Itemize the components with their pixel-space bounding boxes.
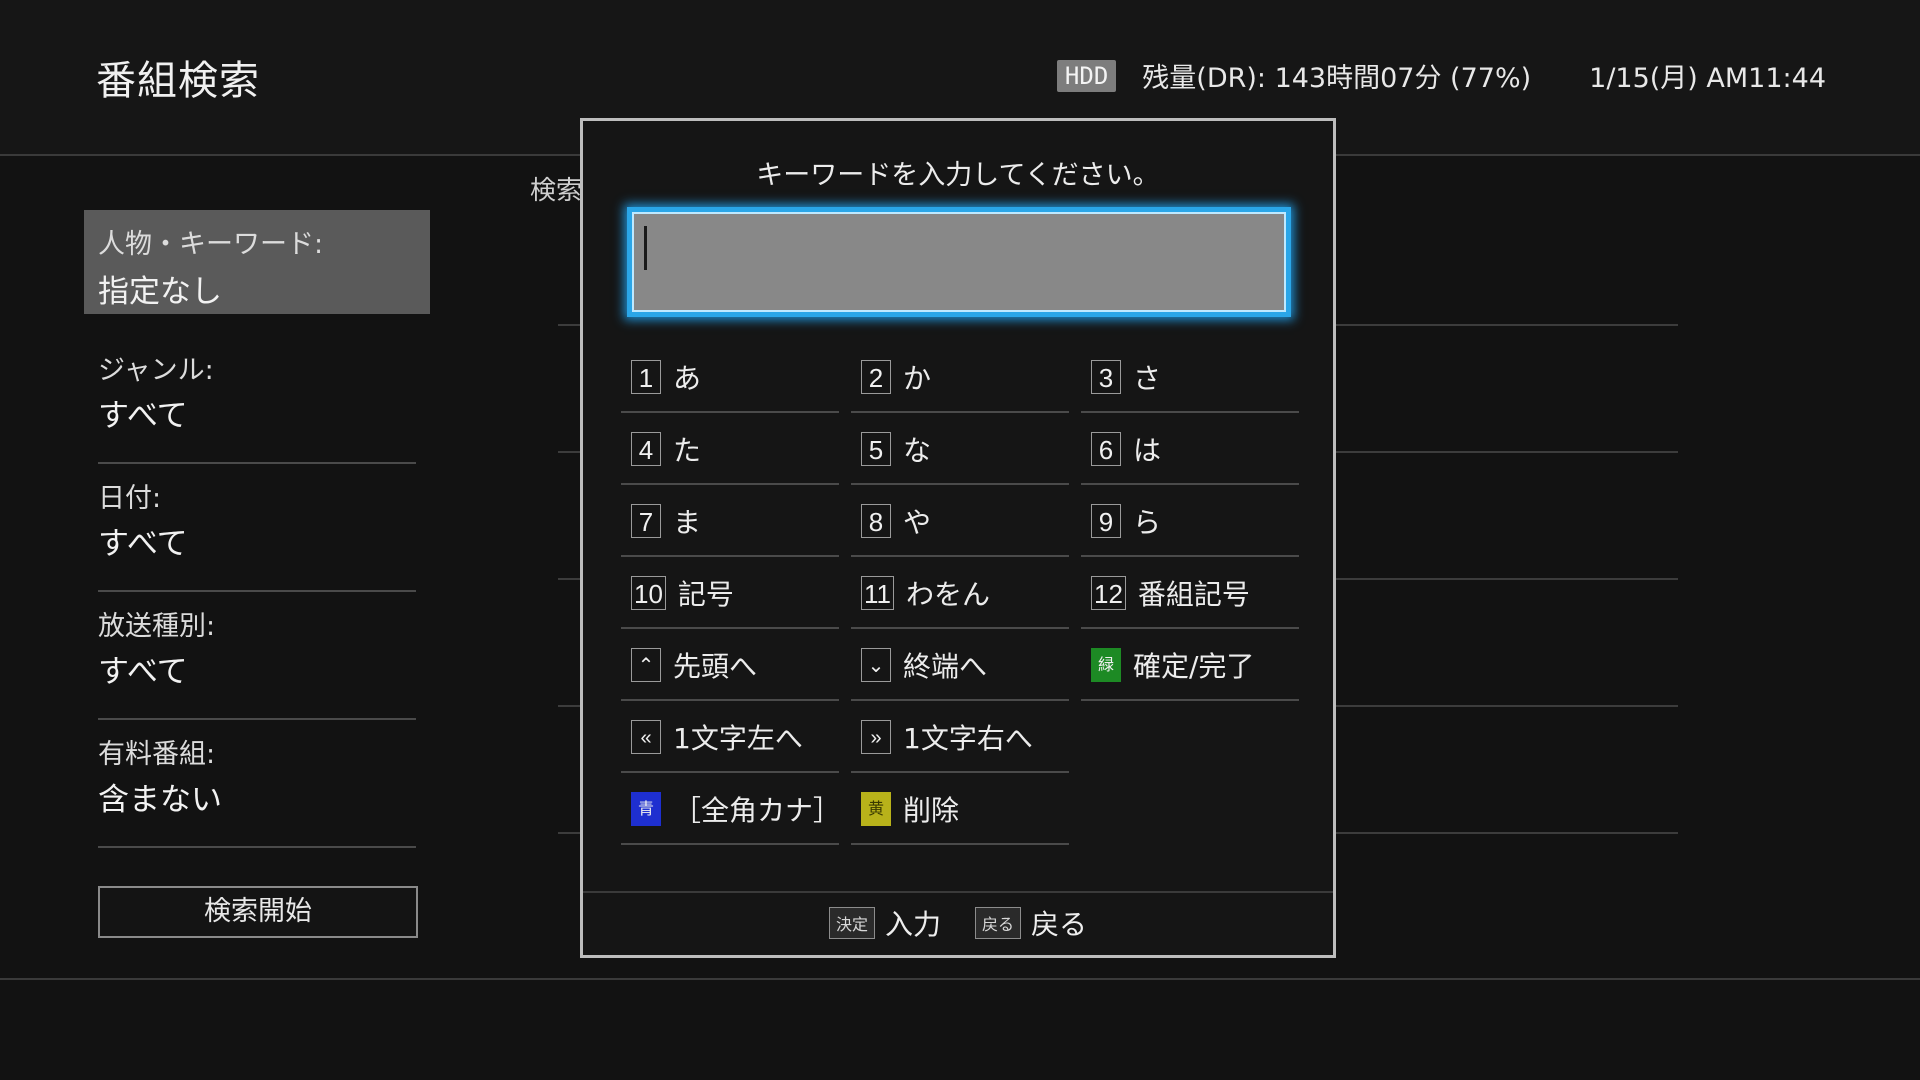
key-delete[interactable]: 黄 削除: [851, 775, 1069, 845]
key-1-a[interactable]: 1 あ: [621, 343, 839, 413]
key-label: 1文字右へ: [903, 722, 1033, 755]
hdd-badge: HDD: [1056, 59, 1117, 92]
hint-enter[interactable]: 決定 入力: [828, 903, 941, 943]
key-9-ra[interactable]: 9 ら: [1081, 487, 1299, 557]
field-label: 有料番組:: [98, 739, 216, 770]
key-label: か: [903, 362, 932, 395]
key-jump-to-end[interactable]: ⌄ 終端へ: [851, 631, 1069, 701]
enter-key-icon: 決定: [828, 907, 875, 939]
key-number-badge: 9: [1091, 504, 1121, 538]
field-genre[interactable]: ジャンル: すべて: [98, 336, 416, 464]
key-number-badge: 3: [1091, 360, 1121, 394]
key-label: 終端へ: [903, 650, 988, 683]
field-label: ジャンル:: [98, 355, 214, 386]
hint-label: 入力: [884, 908, 941, 941]
key-number-badge: 4: [631, 432, 661, 466]
key-label: さ: [1133, 362, 1162, 395]
key-number-badge: 6: [1091, 432, 1121, 466]
text-caret: [644, 226, 647, 270]
key-label: あ: [673, 362, 702, 395]
key-label: 1文字左へ: [673, 722, 803, 755]
back-key-icon: 戻る: [975, 907, 1022, 939]
search-start-button[interactable]: 検索開始: [98, 886, 418, 938]
field-value: 指定なし: [98, 274, 222, 310]
page-title: 番組検索: [96, 58, 260, 104]
datetime: 1/15(月) AM11:44: [1589, 63, 1826, 94]
key-2-ka[interactable]: 2 か: [851, 343, 1069, 413]
key-label: ま: [673, 506, 702, 539]
hint-back[interactable]: 戻る 戻る: [975, 903, 1087, 943]
field-label: 人物・キーワード:: [98, 229, 324, 260]
field-keyword[interactable]: 人物・キーワード: 指定なし: [84, 210, 430, 314]
key-label: 記号: [677, 578, 734, 611]
key-label: た: [673, 434, 702, 467]
key-number-badge: 7: [631, 504, 661, 538]
screen: 番組検索 HDD 残量(DR): 143時間07分 (77%) 1/15(月) …: [0, 0, 1920, 1080]
key-confirm-complete[interactable]: 緑 確定/完了: [1081, 631, 1299, 701]
key-cursor-left[interactable]: « 1文字左へ: [621, 703, 839, 773]
double-chevron-up-icon: ⌃: [631, 648, 661, 682]
key-11-wawon[interactable]: 11 わをん: [851, 559, 1069, 629]
remaining-capacity: 残量(DR): 143時間07分 (77%): [1142, 63, 1532, 94]
field-value: すべて: [98, 654, 188, 690]
field-date[interactable]: 日付: すべて: [98, 464, 416, 592]
key-number-badge: 1: [631, 360, 661, 394]
key-label: 番組記号: [1137, 578, 1250, 611]
yellow-button-icon: 黄: [861, 792, 891, 826]
key-label: ら: [1133, 506, 1162, 539]
field-broadcast-type[interactable]: 放送種別: すべて: [98, 592, 416, 720]
green-button-icon: 緑: [1091, 648, 1121, 682]
key-number-badge: 12: [1091, 576, 1126, 610]
key-5-na[interactable]: 5 な: [851, 415, 1069, 485]
keyword-input-dialog: キーワードを入力してください。 1 あ 2 か 3 さ 4 た 5 な 6 は …: [580, 118, 1336, 958]
field-label: 放送種別:: [98, 611, 216, 642]
key-number-badge: 5: [861, 432, 891, 466]
key-label: な: [903, 434, 932, 467]
hint-label: 戻る: [1031, 908, 1088, 941]
search-conditions-panel: 人物・キーワード: 指定なし ジャンル: すべて 日付: すべて 放送種別: す…: [84, 210, 430, 848]
field-label: 日付:: [98, 483, 162, 514]
field-value: すべて: [98, 526, 188, 562]
key-4-ta[interactable]: 4 た: [621, 415, 839, 485]
key-label: 先頭へ: [673, 650, 758, 683]
dialog-prompt: キーワードを入力してください。: [756, 160, 1160, 191]
key-label: 削除: [903, 794, 960, 827]
key-12-program-symbols[interactable]: 12 番組記号: [1081, 559, 1299, 629]
field-value: すべて: [98, 398, 188, 434]
footer-divider: [0, 978, 1920, 980]
key-fullwidth-katakana[interactable]: 青 ［全角カナ］: [621, 775, 842, 845]
status-bar: HDD 残量(DR): 143時間07分 (77%) 1/15(月) AM11:…: [1056, 56, 1826, 95]
key-3-sa[interactable]: 3 さ: [1081, 343, 1299, 413]
background-list-header: 検索: [530, 176, 583, 206]
key-7-ma[interactable]: 7 ま: [621, 487, 839, 557]
key-cursor-right[interactable]: » 1文字右へ: [851, 703, 1069, 773]
dialog-footer: 決定 入力 戻る 戻る: [583, 891, 1333, 957]
key-label: 確定/完了: [1133, 650, 1255, 683]
key-number-badge: 10: [631, 576, 666, 610]
key-label: は: [1133, 434, 1162, 467]
key-label: わをん: [906, 578, 991, 611]
key-number-badge: 2: [861, 360, 891, 394]
key-6-ha[interactable]: 6 は: [1081, 415, 1299, 485]
key-number-badge: 11: [861, 576, 894, 610]
key-8-ya[interactable]: 8 や: [851, 487, 1069, 557]
key-jump-to-start[interactable]: ⌃ 先頭へ: [621, 631, 839, 701]
field-value: 含まない: [98, 782, 222, 818]
double-arrow-left-icon: «: [631, 720, 661, 754]
double-arrow-right-icon: »: [861, 720, 891, 754]
key-10-symbols[interactable]: 10 記号: [621, 559, 839, 629]
key-label: ［全角カナ］: [673, 794, 842, 827]
field-paid-programs[interactable]: 有料番組: 含まない: [98, 720, 416, 848]
keyword-input[interactable]: [627, 207, 1291, 317]
key-label: や: [903, 506, 932, 539]
footer-hints: 決定 入力 戻る 戻る: [583, 903, 1333, 943]
double-chevron-down-icon: ⌄: [861, 648, 891, 682]
blue-button-icon: 青: [631, 792, 661, 826]
key-number-badge: 8: [861, 504, 891, 538]
